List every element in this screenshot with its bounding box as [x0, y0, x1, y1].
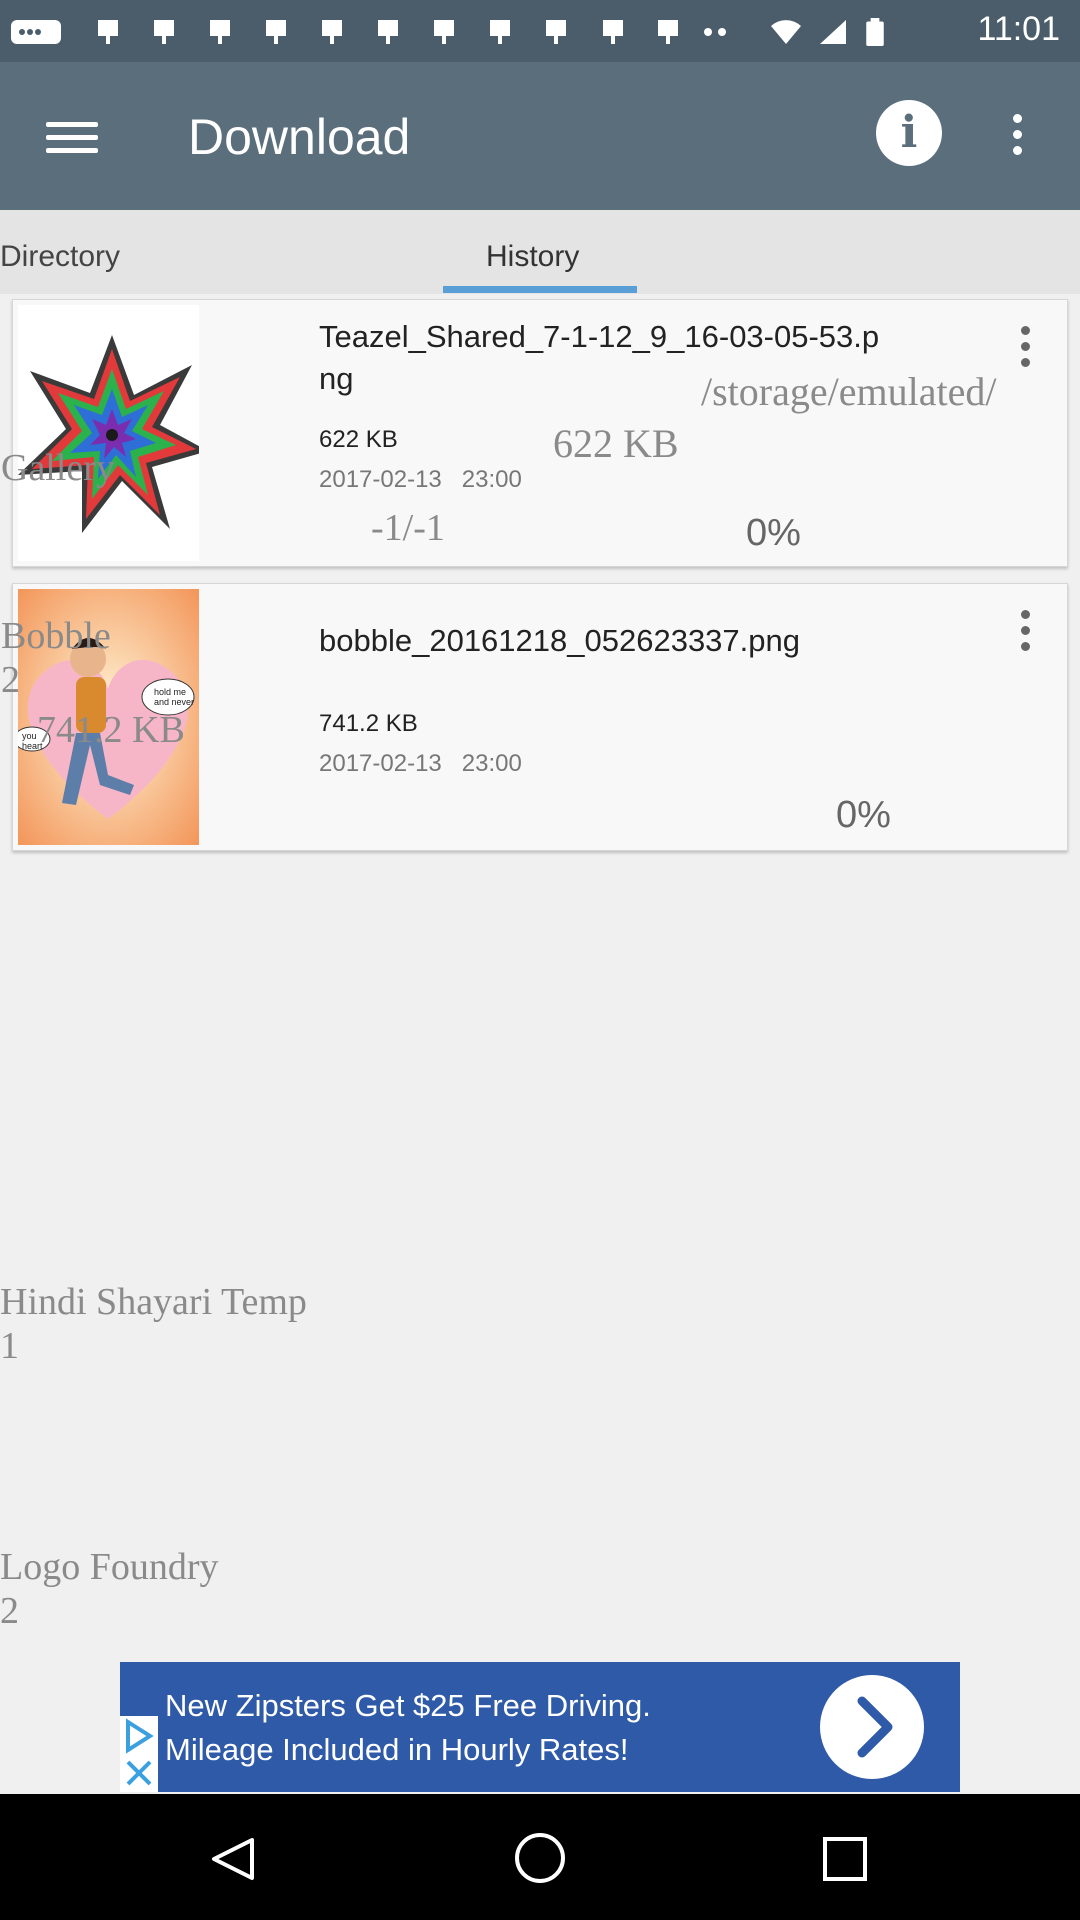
clock: 11:01: [977, 10, 1060, 48]
svg-text:hold me: hold me: [154, 687, 186, 697]
directory-item-label: Hindi Shayari Temp 1: [0, 1280, 307, 1368]
download-count: -1/-1: [371, 507, 445, 549]
directory-count: 2: [1, 659, 20, 701]
image-thumbnail: [18, 305, 199, 561]
ad-text: New Zipsters Get $25 Free Driving. Milea…: [165, 1684, 805, 1772]
more-notifications-icon: [704, 28, 726, 36]
app-bar: Download i: [0, 62, 1080, 210]
directory-size: 741.2 KB: [37, 709, 185, 751]
file-time: 23:00: [461, 466, 522, 493]
directory-name: Logo Foundry: [0, 1546, 219, 1588]
notification-icon: [11, 20, 61, 44]
notification-icon: [434, 20, 454, 44]
notification-icon: [658, 20, 678, 44]
directory-count: 1: [0, 1325, 19, 1367]
notification-icon: [603, 20, 623, 44]
file-name-line: Teazel_Shared_7-1-12_9_16-03-05-53.p: [319, 319, 880, 354]
recents-icon[interactable]: [822, 1836, 868, 1882]
item-overflow-icon[interactable]: [1021, 326, 1031, 374]
page-title: Download: [188, 109, 411, 165]
tab-indicator: [443, 286, 637, 293]
ad-line: Mileage Included in Hourly Rates!: [165, 1732, 629, 1767]
file-name: bobble_20161218_052623337.png: [319, 623, 800, 658]
arrow-right-icon[interactable]: [820, 1675, 924, 1779]
notification-icon: [98, 20, 118, 44]
file-datetime: 2017-02-13 23:00: [319, 466, 522, 494]
signal-icon: [820, 20, 846, 44]
notification-icon: [378, 20, 398, 44]
directory-count: 2: [0, 1590, 19, 1632]
info-icon[interactable]: i: [876, 100, 942, 166]
item-overflow-icon[interactable]: [1021, 610, 1031, 658]
file-datetime: 2017-02-13 23:00: [319, 750, 522, 778]
notification-icon: [266, 20, 286, 44]
tab-history[interactable]: History: [486, 240, 579, 274]
notification-icon: [322, 20, 342, 44]
wifi-icon: [771, 20, 801, 44]
battery-icon: [866, 18, 884, 46]
directory-item-label: Bobble 2: [1, 614, 111, 702]
file-size: 741.2 KB: [319, 710, 418, 737]
notification-icon: [546, 20, 566, 44]
overflow-menu-icon[interactable]: [1013, 114, 1023, 162]
notification-icon: [490, 20, 510, 44]
ad-banner[interactable]: New Zipsters Get $25 Free Driving. Milea…: [120, 1662, 960, 1792]
tab-directory[interactable]: Directory: [0, 240, 120, 274]
ad-line: New Zipsters Get $25 Free Driving.: [165, 1688, 651, 1723]
file-size-large: 622 KB: [553, 421, 679, 466]
tab-bar: Directory History: [0, 210, 1080, 294]
directory-item-label: Gallery: [1, 447, 115, 489]
back-icon[interactable]: [208, 1836, 258, 1882]
svg-text:and never: and never: [154, 697, 194, 707]
navigation-bar: [0, 1794, 1080, 1920]
hamburger-menu-icon[interactable]: [46, 122, 98, 153]
ad-choices-icon[interactable]: [120, 1716, 158, 1792]
file-date: 2017-02-13: [319, 466, 442, 493]
progress-percent: 0%: [746, 512, 801, 554]
notification-icon: [210, 20, 230, 44]
directory-name: Hindi Shayari Temp: [0, 1281, 307, 1323]
file-time: 23:00: [461, 750, 522, 777]
notification-icon: [154, 20, 174, 44]
file-date: 2017-02-13: [319, 750, 442, 777]
status-bar: 11:01: [0, 0, 1080, 62]
directory-name: Bobble: [1, 615, 111, 657]
file-path: /storage/emulated/: [701, 369, 997, 414]
home-icon[interactable]: [514, 1832, 566, 1884]
svg-text:you: you: [22, 731, 37, 741]
progress-percent: 0%: [836, 794, 891, 836]
download-item[interactable]: Gallery Teazel_Shared_7-1-12_9_16-03-05-…: [1, 299, 1068, 567]
file-size: 622 KB: [319, 426, 398, 453]
download-item[interactable]: hold me and never you heart Bobble 2 741…: [1, 583, 1068, 851]
directory-item-label: Logo Foundry 2: [0, 1545, 219, 1633]
